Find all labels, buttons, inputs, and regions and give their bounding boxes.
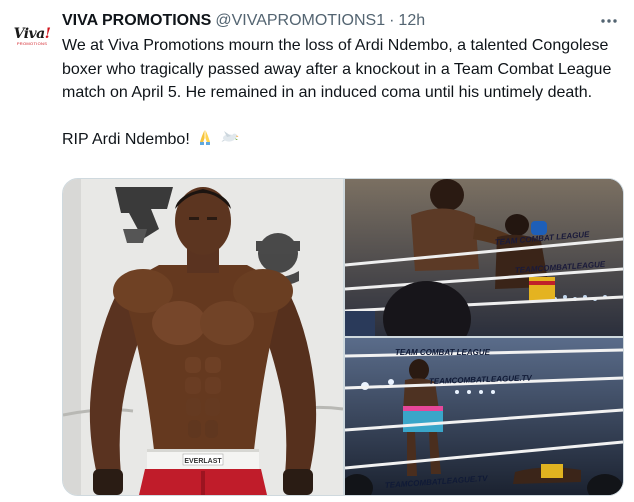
separator-dot: · [389, 12, 395, 29]
tweet-paragraph-2: RIP Ardi Ndembo! [62, 128, 624, 154]
more-options-button[interactable] [598, 10, 620, 32]
photo-boxer-portrait[interactable]: EVERLAST [63, 179, 343, 495]
avatar-logo: Viva! [13, 25, 51, 42]
dove-emoji [221, 128, 239, 154]
folded-hands-emoji [196, 128, 214, 154]
tweet-rip-text: RIP Ardi Ndembo! [62, 131, 190, 148]
tweet-text: We at Viva Promotions mourn the loss of … [62, 34, 624, 154]
author-name[interactable]: VIVA PROMOTIONS [62, 12, 211, 30]
avatar-logo-sub: PROMOTIONS [16, 40, 48, 46]
photo-fight-top[interactable]: TEAM COMBAT LEAGUE TEAMCOMBATLEAGUE [345, 179, 623, 336]
waistband-text: EVERLAST [184, 458, 222, 465]
tweet-timestamp[interactable]: 12h [398, 12, 425, 30]
media-grid: EVERLAST TEAM COMBAT LEAGUE TEAMCOMBATLE… [62, 178, 624, 496]
tweet-paragraph-1: We at Viva Promotions mourn the loss of … [62, 37, 612, 101]
tweet-header: VIVA PROMOTIONS @VIVAPROMOTIONS1 · 12h [62, 10, 594, 32]
avatar[interactable]: Viva! PROMOTIONS [10, 14, 54, 58]
author-handle[interactable]: @VIVAPROMOTIONS1 [215, 12, 385, 30]
bottom-banner-1: TEAM COMBAT LEAGUE [395, 348, 491, 357]
more-options-icon [601, 19, 617, 23]
photo-fight-bottom[interactable]: TEAM COMBAT LEAGUE TEAMCOMBATLEAGUE.TV T… [345, 338, 623, 495]
